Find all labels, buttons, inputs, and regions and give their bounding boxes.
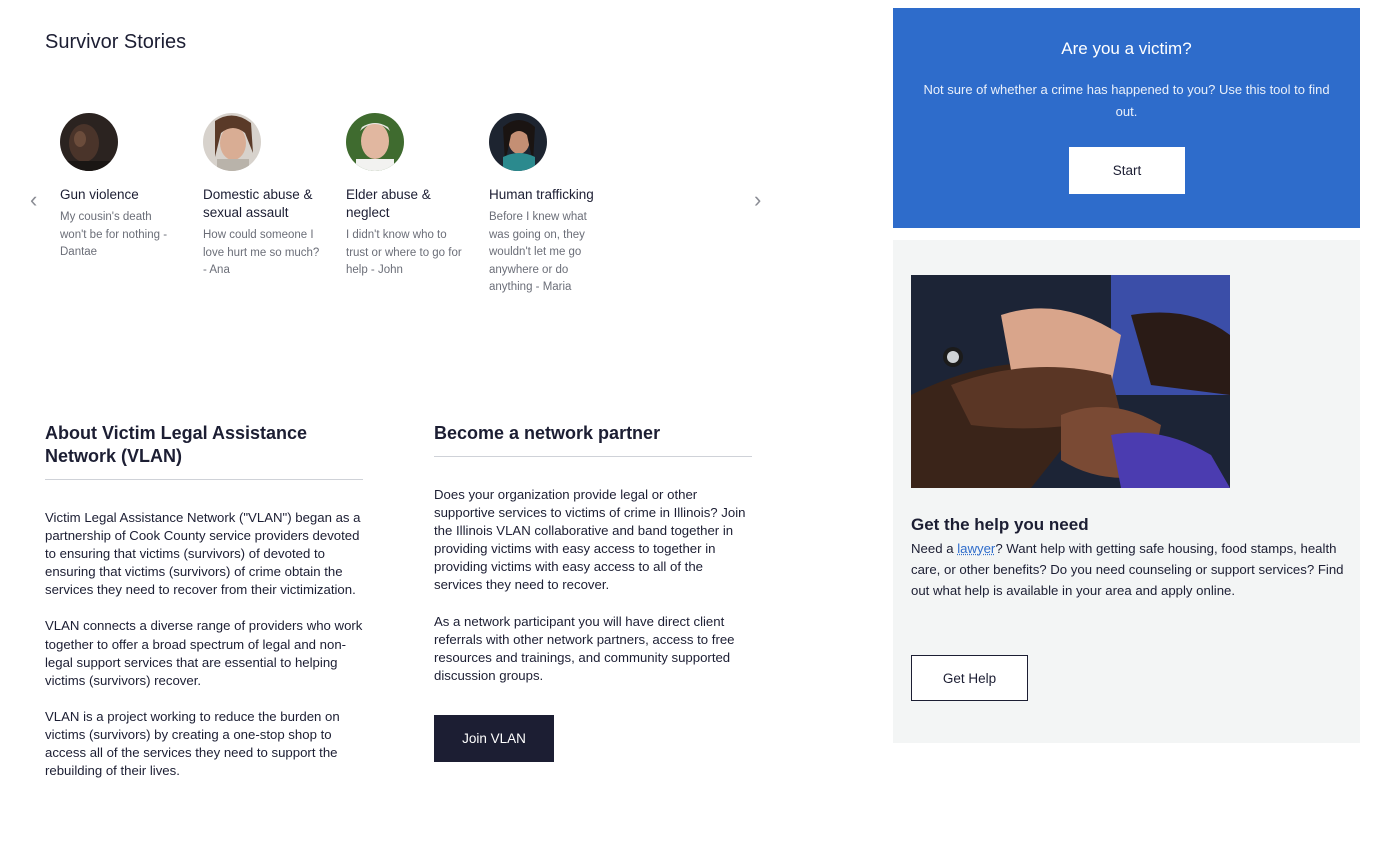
about-paragraph: Victim Legal Assistance Network ("VLAN")…: [45, 510, 361, 598]
stacked-hands-photo: [911, 275, 1230, 488]
avatar: [489, 113, 547, 171]
network-partner-title: Become a network partner: [434, 423, 661, 443]
story-quote: How could someone I love hurt me so much…: [203, 229, 320, 276]
join-vlan-button[interactable]: Join VLAN: [434, 715, 554, 762]
victim-card-title: Are you a victim?: [1061, 39, 1192, 58]
story-title: Human trafficking: [489, 187, 594, 202]
story-quote: My cousin's death won't be for nothing -…: [60, 211, 168, 258]
get-help-button[interactable]: Get Help: [911, 655, 1028, 701]
story-card-gun-violence[interactable]: Gun violence My cousin's death won't be …: [60, 113, 178, 262]
victim-card-text: Not sure of whether a crime has happened…: [923, 82, 1330, 119]
story-quote: Before I knew what was going on, they wo…: [489, 211, 587, 293]
story-card-elder-abuse[interactable]: Elder abuse & neglect I didn't know who …: [346, 113, 464, 280]
start-button[interactable]: Start: [1069, 147, 1185, 194]
story-card-human-trafficking[interactable]: Human trafficking Before I knew what was…: [489, 113, 607, 297]
about-paragraph: VLAN is a project working to reduce the …: [45, 708, 340, 779]
story-title: Gun violence: [60, 187, 139, 202]
about-vlan-body: Victim Legal Assistance Network ("VLAN")…: [45, 509, 363, 798]
victim-check-card: Are you a victim? Not sure of whether a …: [893, 8, 1360, 228]
about-paragraph: VLAN connects a diverse range of provide…: [45, 618, 363, 688]
story-card-domestic-abuse[interactable]: Domestic abuse & sexual assault How coul…: [203, 113, 321, 280]
get-help-title: Get the help you need: [911, 515, 1089, 534]
avatar: [60, 113, 118, 171]
partner-paragraph: As a network participant you will have d…: [434, 613, 735, 683]
avatar: [346, 113, 404, 171]
network-partner-body: Does your organization provide legal or …: [434, 486, 752, 703]
story-title: Domestic abuse & sexual assault: [203, 187, 313, 220]
lawyer-link[interactable]: lawyer: [957, 541, 995, 556]
help-text-lead: Need a: [911, 541, 958, 556]
carousel-next-arrow-icon[interactable]: ›: [754, 189, 761, 211]
avatar: [203, 113, 261, 171]
story-quote: I didn't know who to trust or where to g…: [346, 229, 462, 276]
about-divider: [45, 479, 363, 480]
get-help-card: Get the help you need Need a lawyer? Wan…: [893, 240, 1360, 743]
survivor-stories-title: Survivor Stories: [45, 31, 187, 53]
carousel-prev-arrow-icon[interactable]: ‹: [30, 189, 37, 211]
story-title: Elder abuse & neglect: [346, 187, 431, 220]
partner-paragraph: Does your organization provide legal or …: [434, 487, 746, 593]
about-vlan-title: About Victim Legal Assistance Network (V…: [45, 423, 308, 466]
partner-divider: [434, 456, 752, 457]
get-help-text: Need a lawyer? Want help with getting sa…: [911, 538, 1351, 601]
